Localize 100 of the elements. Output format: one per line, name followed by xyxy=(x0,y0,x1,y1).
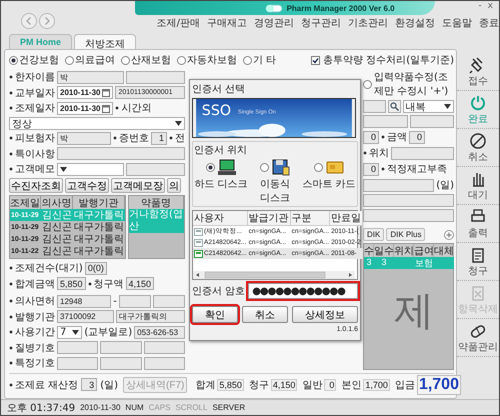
date-picker[interactable]: 2010-11-30 xyxy=(57,102,114,115)
column-header[interactable]: 조제일 xyxy=(10,196,41,210)
table-cell[interactable]: 김신곤 xyxy=(41,245,73,258)
column-header[interactable]: 대체 xyxy=(434,244,454,257)
column-header[interactable]: 수 xyxy=(364,244,374,257)
field-label: 질병기호 xyxy=(9,340,55,355)
field-label: 사용기간 xyxy=(9,325,55,340)
menu-item[interactable]: 환경설정 xyxy=(395,16,435,30)
radio-label: 산재보험 xyxy=(131,54,171,67)
option-label: 하드 디스크 xyxy=(194,178,248,191)
radio-label: 입력약품수정(조제만 수정시 '+') xyxy=(374,71,450,98)
field-label: 인증서 암호 xyxy=(192,285,246,298)
column-header[interactable]: 구분 xyxy=(290,211,330,226)
input-field[interactable]: 4,150 xyxy=(126,277,154,290)
group-label: 인증서 위치 xyxy=(194,144,248,157)
tab[interactable]: 처방조제 xyxy=(74,34,136,49)
option-label: 이동식 디스크 xyxy=(259,178,291,205)
column-header[interactable]: 약품명 xyxy=(129,196,184,210)
total-label: 합계 xyxy=(195,378,216,392)
field-label: 조제일자 xyxy=(9,101,55,116)
column-header[interactable]: 일수 xyxy=(374,244,394,257)
input-field[interactable]: 박 xyxy=(57,132,111,145)
field-label: 특정기호 xyxy=(9,356,55,370)
menu-item[interactable]: 기초관리 xyxy=(348,16,388,30)
field-label: 합계금액 xyxy=(9,276,55,291)
button[interactable]: 수진자조회 xyxy=(9,178,63,194)
radio-label: 의료급여 xyxy=(75,54,115,67)
menu-item[interactable]: 청구관리 xyxy=(301,16,341,30)
button[interactable]: 확인 xyxy=(192,306,238,323)
table-cell[interactable]: 대구가톨릭 xyxy=(73,233,125,246)
toolbar-button[interactable]: 접수 xyxy=(457,53,499,91)
watermark-text: 제 xyxy=(394,287,434,336)
button[interactable]: 취소 xyxy=(242,306,288,323)
column-header[interactable]: 의사명 xyxy=(41,196,73,210)
status-indicator: SERVER xyxy=(212,403,246,412)
input-field[interactable]: 0(0) xyxy=(84,262,107,275)
total-value: 1,700 xyxy=(363,378,390,390)
table-cell[interactable]: 대구가톨릭 xyxy=(73,245,125,258)
input-field[interactable]: 12948 xyxy=(57,294,112,308)
button[interactable]: 상세정보 xyxy=(292,306,358,323)
dropdown[interactable]: 7 xyxy=(57,326,82,339)
field-note: (일) xyxy=(436,179,454,192)
toolbar-button[interactable]: 약품관리 xyxy=(457,319,499,357)
menu-item[interactable]: 조제/판매 xyxy=(156,16,200,30)
input-field[interactable]: 0 xyxy=(363,162,379,176)
input-field[interactable]: 053-626-53 xyxy=(134,326,186,339)
option-label: 스마트 카드 xyxy=(302,178,356,191)
column-header[interactable]: 발행기관 xyxy=(73,196,125,210)
field-label: 한자이름 xyxy=(9,70,55,84)
tab[interactable]: DIK Plus xyxy=(386,228,426,241)
field-label: 적정재고부족 xyxy=(381,162,447,176)
date-picker[interactable]: 2010-11-30 xyxy=(57,86,114,100)
field-label: 피보험자 xyxy=(9,131,55,146)
total-value: 0 xyxy=(324,378,336,390)
radio-label: 기 타 xyxy=(253,54,276,67)
table-cell[interactable]: 김신곤 xyxy=(41,233,73,246)
column-header[interactable]: 발급기관 xyxy=(248,211,291,226)
toolbar-button[interactable]: 청구 xyxy=(457,243,499,281)
dropdown[interactable]: 정상 xyxy=(9,117,185,130)
field-label: 특이사항 xyxy=(9,146,55,161)
dialog-title: 인증서 선택 xyxy=(192,83,246,95)
input-field[interactable]: 3 xyxy=(81,378,98,391)
radio-label: 자동차보험 xyxy=(187,54,237,67)
field-note: - xyxy=(113,296,117,307)
total-value: 1,700 xyxy=(416,374,461,394)
input-field[interactable]: 37100092 xyxy=(57,310,114,324)
button[interactable]: 고객메모장 xyxy=(111,178,165,194)
toolbar-button[interactable]: 출력 xyxy=(457,205,499,243)
column-header[interactable]: 급여 xyxy=(414,244,434,257)
input-field[interactable]: 박 xyxy=(57,70,124,84)
total-label: 청구 xyxy=(248,378,269,392)
status-indicator: NUM xyxy=(125,403,144,412)
input-field[interactable]: 0 xyxy=(409,130,425,144)
password-field[interactable]: ●●●●●●●●●●●● xyxy=(248,283,358,299)
window-title: Pharm Manager 2000 Ver 6.0 xyxy=(286,4,395,12)
field-label: 의사면허 xyxy=(9,294,55,308)
input-field[interactable]: 5,850 xyxy=(57,277,86,290)
input-field[interactable]: 1 xyxy=(151,132,167,145)
toolbar-button[interactable]: 취소 xyxy=(457,129,499,167)
close-button[interactable]: x xyxy=(488,1,493,15)
minimize-button[interactable]: - xyxy=(478,1,482,15)
column-header[interactable]: 사용자 xyxy=(193,211,248,226)
button[interactable]: 의 xyxy=(167,178,181,194)
toolbar-button[interactable]: 대기 xyxy=(457,167,499,205)
menu-item[interactable]: 구매재고 xyxy=(207,16,247,30)
menu-item[interactable]: 경영관리 xyxy=(254,16,294,30)
field-label: 조제건수(대기) xyxy=(9,261,83,276)
table-cell[interactable]: 대구가톨릭 xyxy=(73,221,125,234)
column-header[interactable]: 위치 xyxy=(394,244,414,257)
dropdown[interactable]: 내복 xyxy=(402,100,454,113)
input-field[interactable]: 0 xyxy=(363,130,379,144)
menu-item[interactable]: 도움말 xyxy=(442,16,472,30)
logo-text: SSO xyxy=(202,103,232,120)
status-date: 2010-11-30 xyxy=(80,403,120,412)
input-field[interactable]: 대구가톨릭의 xyxy=(116,310,185,324)
menu-item[interactable]: 종료 xyxy=(479,16,499,30)
table-cell[interactable]: 김신곤 xyxy=(41,221,73,234)
column-header[interactable]: 만료일 xyxy=(330,211,364,226)
button[interactable]: 고객수정 xyxy=(65,178,109,194)
tab[interactable]: DIK xyxy=(363,228,384,241)
